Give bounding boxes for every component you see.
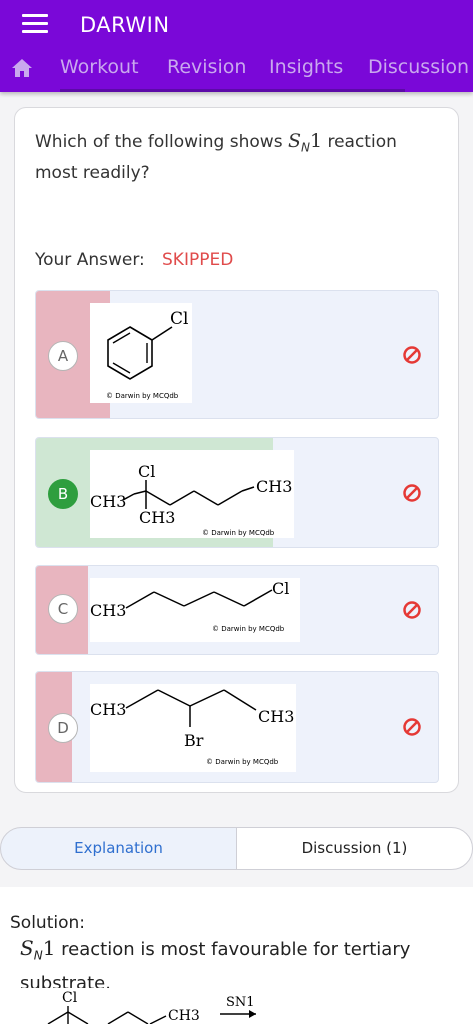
option-c-marker: C <box>48 594 78 624</box>
option-d-ch3-right: CH3 <box>258 707 294 726</box>
solution-ch3-label: CH3 <box>168 1008 200 1024</box>
option-d-br-label: Br <box>184 731 204 750</box>
option-a-cl-label: Cl <box>170 309 188 329</box>
tab-workout[interactable]: Workout <box>60 56 139 78</box>
option-c-cl-label: Cl <box>272 579 289 598</box>
tab-insights[interactable]: Insights <box>269 56 343 78</box>
tab-indicator <box>60 89 405 92</box>
solution-structure: Cl CH3 SN1 <box>10 988 360 1024</box>
option-b-ch3-right: CH3 <box>256 477 292 496</box>
answer-status: SKIPPED <box>162 250 234 270</box>
option-d-structure: CH3 CH3 Br © Darwin by MCQdb <box>90 684 296 772</box>
tab-discussion[interactable]: Discussion <box>368 56 469 78</box>
app-title: DARWIN <box>80 13 170 37</box>
option-d[interactable]: D CH3 CH3 Br © Darwin by MCQdb <box>35 671 439 783</box>
ban-icon <box>403 484 421 502</box>
tab-discussion-count[interactable]: Discussion (1) <box>236 827 473 870</box>
ban-icon <box>403 346 421 364</box>
option-b-watermark: © Darwin by MCQdb <box>202 529 275 537</box>
top-app-bar: DARWIN Workout Revision Insights Discuss… <box>0 0 473 92</box>
option-a-marker: A <box>48 341 78 371</box>
option-b-ch3-bottom: CH3 <box>139 508 175 527</box>
ban-icon <box>403 601 421 619</box>
app-screen: DARWIN Workout Revision Insights Discuss… <box>0 0 473 1024</box>
option-c-ch3-label: CH3 <box>90 601 126 620</box>
option-a-watermark: © Darwin by MCQdb <box>106 392 179 400</box>
tab-revision[interactable]: Revision <box>167 56 246 78</box>
option-d-marker: D <box>48 713 78 743</box>
solution-title: Solution: <box>10 913 85 933</box>
your-answer-label: Your Answer: <box>35 250 145 270</box>
home-icon[interactable] <box>10 57 34 79</box>
option-b-marker: B <box>48 479 78 509</box>
option-b[interactable]: B Cl CH3 CH3 CH3 © Darwin by MCQdb <box>35 437 439 548</box>
question-text: Which of the following shows SN1 reactio… <box>35 130 397 184</box>
option-c[interactable]: C CH3 Cl © Darwin by MCQdb <box>35 565 439 655</box>
option-d-watermark: © Darwin by MCQdb <box>206 758 279 766</box>
option-a[interactable]: A Cl © Darwin by MCQdb <box>35 290 439 419</box>
option-d-ch3-left: CH3 <box>90 700 126 719</box>
hamburger-menu-icon[interactable] <box>22 14 48 36</box>
option-c-watermark: © Darwin by MCQdb <box>212 625 285 633</box>
solution-section: Solution: SN1 reaction is most favourabl… <box>0 887 473 1024</box>
option-b-ch3-left: CH3 <box>90 492 126 511</box>
question-card: Which of the following shows SN1 reactio… <box>14 107 459 793</box>
option-a-structure: Cl © Darwin by MCQdb <box>90 303 192 403</box>
solution-cl-label: Cl <box>62 990 78 1006</box>
tab-explanation[interactable]: Explanation <box>0 827 237 870</box>
option-b-cl-label: Cl <box>138 462 155 481</box>
option-c-structure: CH3 Cl © Darwin by MCQdb <box>90 578 300 642</box>
option-b-structure: Cl CH3 CH3 CH3 © Darwin by MCQdb <box>90 450 294 538</box>
ban-icon <box>403 718 421 736</box>
solution-arrow-label: SN1 <box>226 995 255 1010</box>
